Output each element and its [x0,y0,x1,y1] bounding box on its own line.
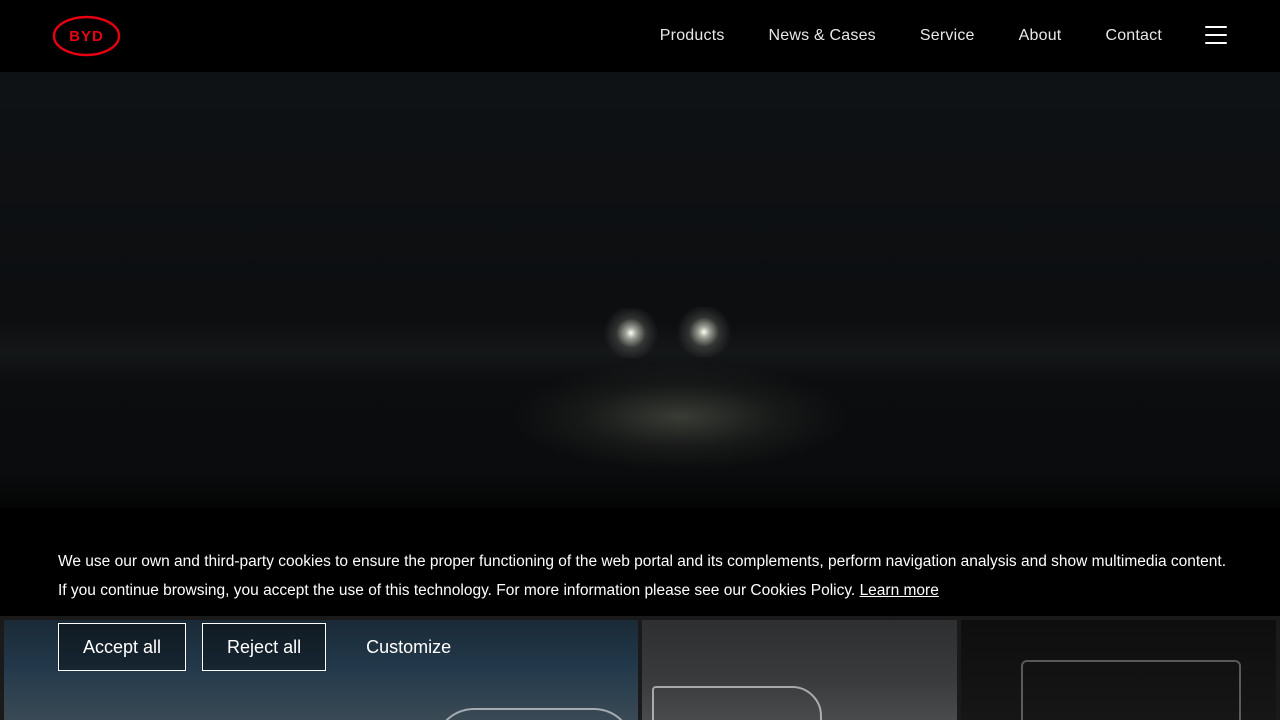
hero-road-reflection [510,362,850,472]
headlight-right [674,307,734,357]
nav-news-cases[interactable]: News & Cases [769,27,876,45]
reject-all-button[interactable]: Reject all [202,623,327,671]
product-card-vehicle[interactable] [961,620,1276,720]
logo-text: BYD [69,28,104,45]
hamburger-menu-icon[interactable] [1205,26,1227,46]
byd-logo[interactable]: BYD [52,15,121,57]
bus-outline [434,708,634,720]
nav-contact[interactable]: Contact [1105,27,1162,45]
vehicle-outline [1021,660,1241,720]
hero-video [0,72,1280,508]
accept-all-button[interactable]: Accept all [58,623,187,671]
cookie-actions: Accept all Reject all Customize [58,623,491,671]
site-header: BYD Products News & Cases Service About … [0,0,1280,72]
byd-logo-icon: BYD [52,15,121,57]
headlight-left [601,308,661,358]
main-nav: Products News & Cases Service About Cont… [616,0,1162,72]
cookie-message: We use our own and third-party cookies t… [58,553,1227,599]
nav-about[interactable]: About [1019,27,1062,45]
customize-button[interactable]: Customize [342,623,475,671]
product-card-truck[interactable] [642,620,957,720]
hero-bottom-fade [0,476,1280,508]
cookie-banner: We use our own and third-party cookies t… [0,508,1280,616]
nav-service[interactable]: Service [920,27,975,45]
cookie-text: We use our own and third-party cookies t… [58,547,1228,605]
nav-products[interactable]: Products [660,27,725,45]
truck-outline [652,686,822,720]
learn-more-link[interactable]: Learn more [860,582,939,599]
